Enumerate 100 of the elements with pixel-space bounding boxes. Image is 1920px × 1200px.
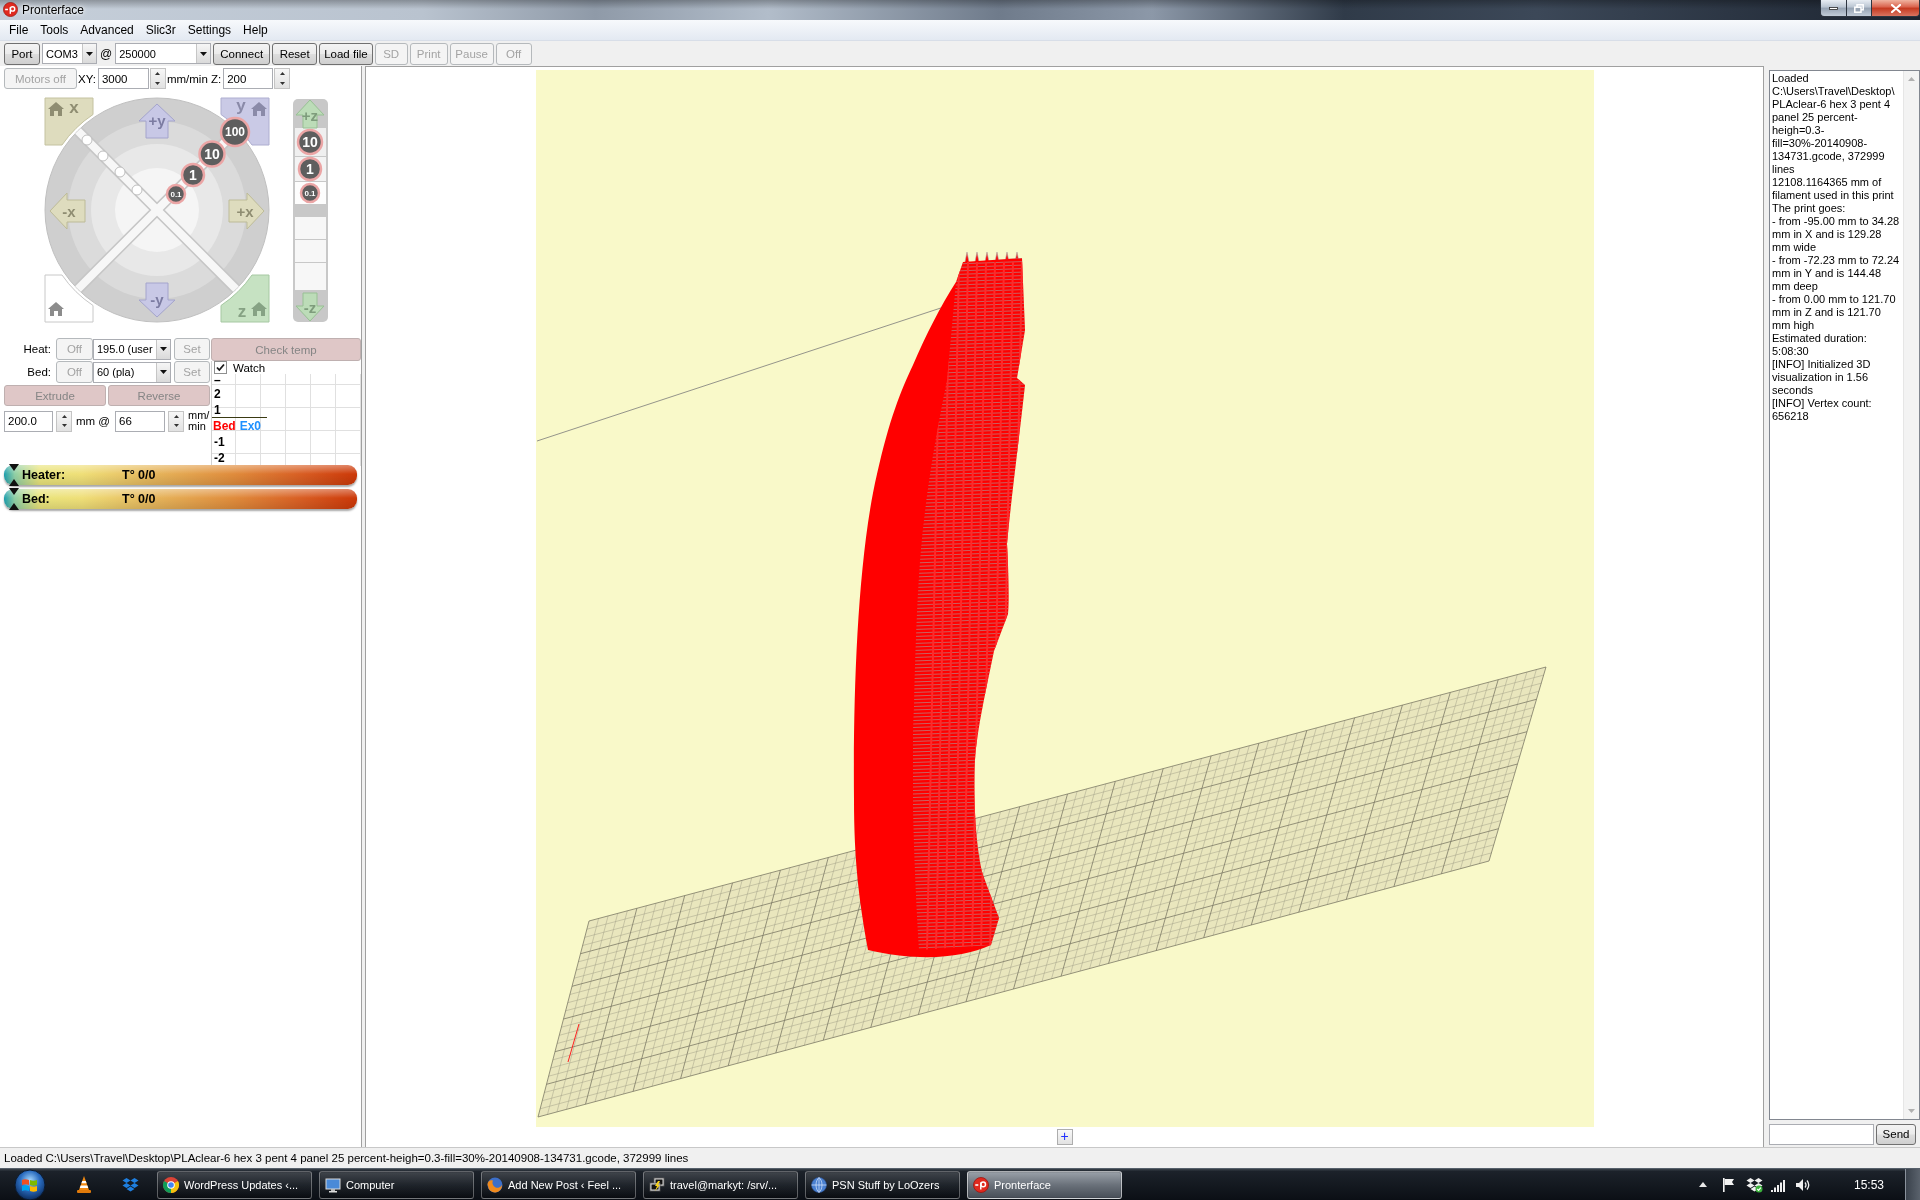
log-line: - from -72.23 mm to 72.24 mm in Y and is 144.48 mm deep: [1772, 254, 1901, 293]
caret-icon: [160, 370, 167, 374]
spin-button[interactable]: [274, 68, 291, 89]
legend-label: Ex0: [239, 419, 262, 433]
close-button[interactable]: [1872, 0, 1920, 17]
home-all-button[interactable]: [44, 274, 94, 323]
logo-icon: [3, 2, 18, 17]
step-button[interactable]: 10: [296, 128, 324, 156]
taskbar-button[interactable]: Add New Post ‹ Feel ...: [481, 1170, 636, 1199]
length-field[interactable]: 200.0: [4, 410, 53, 432]
restore-button[interactable]: [1846, 0, 1872, 17]
at-sign: @: [100, 46, 113, 61]
caret-icon: [200, 51, 208, 56]
log-line: Estimated duration: 5:08:30: [1772, 332, 1868, 358]
dot-icon: [97, 150, 109, 162]
step-button[interactable]: 1: [180, 162, 206, 188]
z-speed-field[interactable]: 200: [223, 68, 274, 89]
temperature-dropdown[interactable]: 195.0 (user: [93, 338, 171, 360]
dot-icon: [131, 184, 143, 196]
axis-label: -1: [213, 434, 225, 450]
box-icon[interactable]: [1745, 1176, 1763, 1193]
monitor-icon: [325, 1176, 341, 1193]
length-unit: mm @: [76, 415, 111, 427]
step-button[interactable]: 0.1: [299, 182, 321, 204]
clock[interactable]: 15:53: [1853, 1177, 1884, 1192]
menu-item[interactable]: Advanced: [74, 21, 140, 39]
watch-checkbox[interactable]: [214, 361, 227, 374]
axis-line: [567, 1023, 579, 1063]
taskbar-button[interactable]: Pronterface: [967, 1170, 1122, 1199]
z-speed-label: mm/min Z:: [166, 72, 222, 85]
window-title: Pronterface: [22, 3, 85, 17]
dot-icon: [81, 134, 93, 146]
feedrate-field[interactable]: 66: [115, 410, 166, 432]
port-button[interactable]: Port: [4, 42, 40, 65]
toolbar-button[interactable]: Connect: [213, 42, 271, 65]
menu-item[interactable]: Help: [237, 21, 274, 39]
home-icon: [251, 102, 267, 116]
plus-button[interactable]: +: [1056, 1129, 1073, 1145]
legend-label: Bed: [213, 419, 236, 433]
log-line: - from 0.00 mm to 121.70 mm in Z and is 121.70 mm high: [1772, 293, 1897, 332]
up-arrow-icon: [61, 414, 67, 418]
globe-icon: [811, 1176, 827, 1193]
menu-item[interactable]: Slic3r: [139, 21, 182, 39]
log-line: The print goes:: [1772, 202, 1847, 215]
caret-icon: [160, 347, 167, 351]
dot-icon: [114, 166, 126, 178]
down-arrow-icon: [61, 424, 67, 428]
watch-label: Watch: [233, 361, 266, 374]
log-line: - from -95.00 mm to 34.28 mm in X and is 129.28 mm wide: [1772, 215, 1901, 254]
step-button[interactable]: 100: [219, 116, 251, 148]
log-line: [INFO] Initialized 3D visualization in 1.56 seconds: [1772, 358, 1872, 397]
up-arrow-icon: [155, 72, 161, 76]
toolbar-button[interactable]: Load file: [319, 42, 373, 65]
taskbar-button[interactable]: Computer: [319, 1170, 474, 1199]
down-arrow-icon: [155, 81, 161, 85]
traffic-cone-icon[interactable]: [76, 1175, 92, 1194]
globe-icon: [487, 1176, 503, 1193]
spin-button[interactable]: [149, 68, 166, 89]
logo-icon: [973, 1176, 989, 1193]
gauge-label: Bed:: [22, 492, 51, 506]
log-line: [INFO] Vertex count: 656218: [1772, 397, 1873, 423]
flag-icon[interactable]: [1720, 1176, 1737, 1193]
minimize-icon: [1829, 6, 1838, 10]
menu-item[interactable]: Tools: [34, 21, 75, 39]
taskbar-button[interactable]: travel@markyt: /srv/...: [643, 1170, 798, 1199]
home-icon: [48, 302, 64, 316]
target-line: [212, 417, 267, 418]
temperature-dropdown[interactable]: 60 (pla): [93, 361, 171, 383]
up-arrow-icon[interactable]: [1698, 1182, 1707, 1187]
status-text: Loaded C:\Users\Travel\Desktop\PLAclear-6 hex 3 pent 4 panel 25 percent-heigh=0.3-fill=30%-20140908-134731.gcode, 372999 lines: [4, 1152, 689, 1164]
menu-item[interactable]: Settings: [181, 21, 238, 39]
minimize-button[interactable]: [1820, 0, 1846, 17]
segmented-circle-icon: [163, 1176, 179, 1193]
step-button[interactable]: 1: [297, 156, 323, 182]
feedrate-unit: mm/ min: [188, 410, 210, 432]
axis-label: 2: [213, 386, 221, 402]
menu-item[interactable]: File: [3, 21, 35, 39]
step-button[interactable]: 0.1: [165, 183, 187, 205]
down-arrow-icon: [279, 81, 285, 85]
taskbar-button[interactable]: WordPress Updates ‹...: [157, 1170, 312, 1199]
port-dropdown[interactable]: COM3: [42, 43, 97, 64]
caret-icon: [86, 51, 93, 56]
scrollbar[interactable]: [1903, 71, 1919, 1119]
home-icon: [48, 102, 64, 116]
command-field[interactable]: [1769, 1123, 1874, 1145]
down-arrow-icon: [173, 424, 179, 428]
log-line: Loaded C:\Users\Travel\Desktop\PLAclear-6 hex 3 pent 4 panel 25 percent-heigh=0.3-fill=30%-20140908-134731.gcode, 372999 lines: [1772, 72, 1896, 176]
view-canvas[interactable]: [535, 70, 1594, 1127]
toolbar-button[interactable]: Reset: [272, 42, 318, 65]
send-button[interactable]: Send: [1876, 1123, 1916, 1145]
spin-button[interactable]: [56, 410, 72, 432]
gauge-reading: T° 0/0: [122, 468, 156, 482]
spin-button[interactable]: [168, 410, 185, 432]
baud-rate-dropdown[interactable]: 250000: [115, 43, 212, 64]
home-icon: [251, 302, 267, 316]
open-box-icon[interactable]: [122, 1176, 139, 1193]
xy-speed-field[interactable]: 3000: [97, 68, 149, 89]
axis-label: -2: [213, 450, 225, 466]
show-desktop-button[interactable]: [1905, 1169, 1920, 1200]
taskbar-button[interactable]: PSN Stuff by LoOzers: [805, 1170, 960, 1199]
